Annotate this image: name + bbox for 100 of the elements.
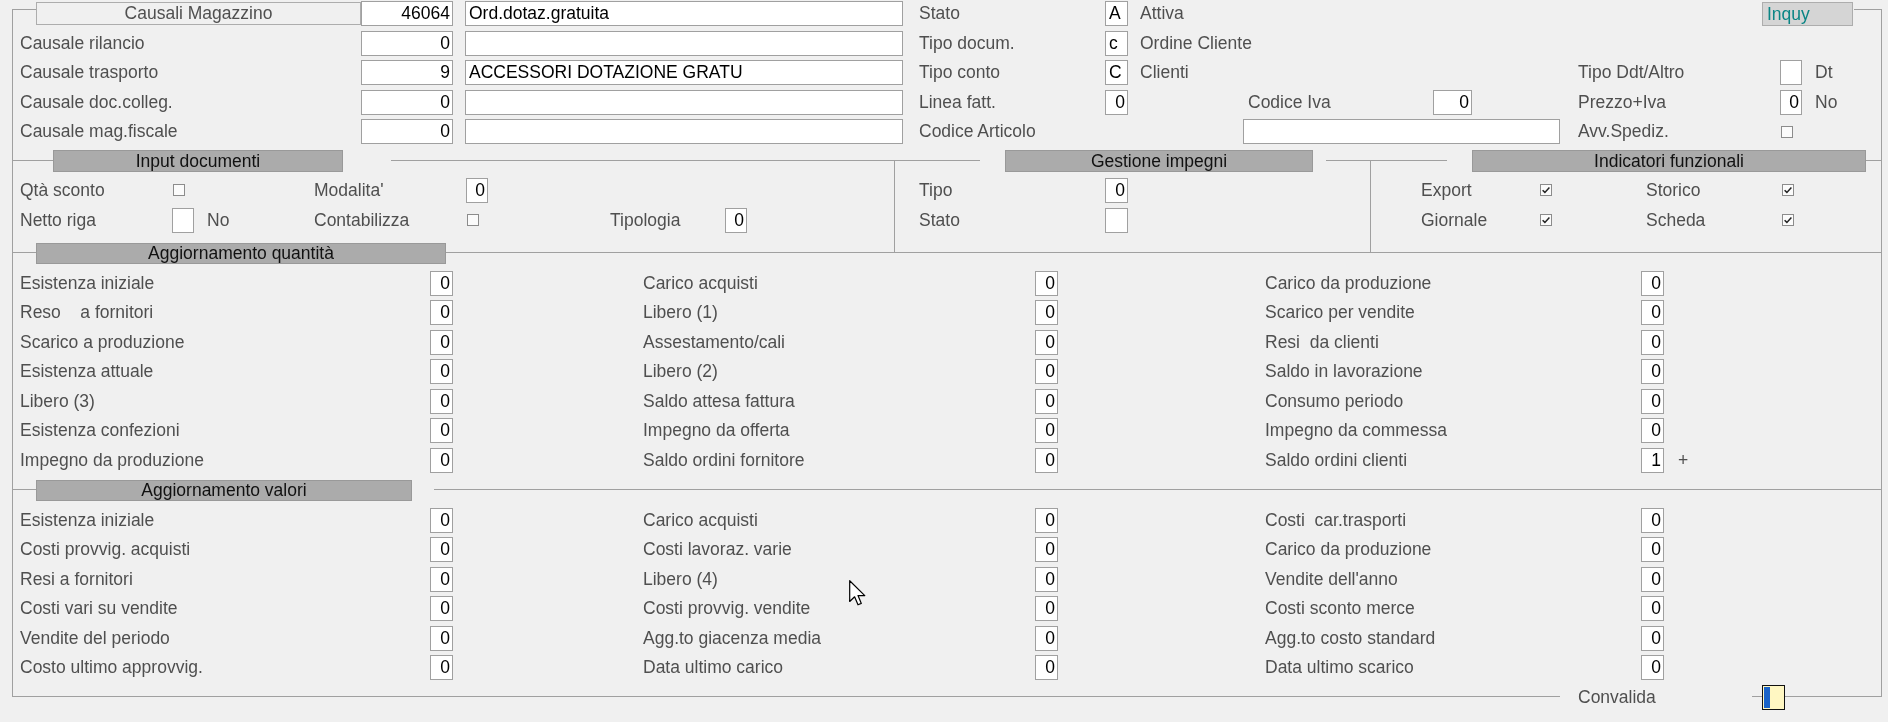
code-field[interactable]: 0: [361, 119, 453, 144]
field-label: Reso a fornitori: [20, 301, 155, 324]
value-field[interactable]: 0: [1641, 537, 1664, 562]
code-field[interactable]: [1105, 207, 1128, 233]
value-field[interactable]: 0: [430, 625, 453, 651]
description-field[interactable]: [465, 119, 903, 144]
value-field[interactable]: 0: [1035, 388, 1058, 414]
tile-icon[interactable]: [1762, 685, 1785, 710]
value-field[interactable]: 0: [430, 596, 453, 621]
input-field[interactable]: [1243, 119, 1560, 144]
checkbox[interactable]: [173, 184, 185, 196]
field-label: Causale mag.fiscale: [20, 120, 179, 143]
field-label: Esistenza iniziale: [20, 508, 156, 532]
description-field[interactable]: [465, 30, 903, 56]
value-field[interactable]: 0: [1641, 566, 1664, 592]
field-label: Resi a fornitori: [20, 567, 134, 591]
code-field[interactable]: c: [1105, 30, 1128, 56]
value-field[interactable]: 0: [1641, 596, 1664, 621]
field-label: Contabilizza: [314, 208, 411, 232]
value-field[interactable]: 1: [1641, 447, 1664, 473]
field-label: Netto riga: [20, 208, 97, 232]
value-field[interactable]: 0: [430, 655, 453, 680]
value-field[interactable]: 0: [430, 537, 453, 562]
value-field[interactable]: 0: [1035, 596, 1058, 621]
value-field[interactable]: 0: [1035, 655, 1058, 680]
description-field[interactable]: ACCESSORI DOTAZIONE GRATU: [465, 60, 903, 85]
value-field[interactable]: 0: [430, 566, 453, 592]
code-field[interactable]: 0: [1780, 89, 1802, 115]
value-field[interactable]: 0: [430, 300, 453, 325]
value-field[interactable]: 0: [1641, 655, 1664, 680]
code-field[interactable]: 0: [1105, 177, 1128, 203]
field-label: Costi provvig. vendite: [643, 597, 812, 620]
field-label: Esistenza iniziale: [20, 271, 156, 295]
checkbox[interactable]: [1782, 184, 1794, 196]
value-field[interactable]: 0: [1035, 537, 1058, 562]
description-text: Clienti: [1140, 61, 1190, 84]
description-field[interactable]: Ord.dotaz.gratuita: [465, 1, 903, 26]
field-label: Prezzo+Iva: [1578, 90, 1668, 114]
value-field[interactable]: 0: [1641, 359, 1664, 384]
code-field[interactable]: [1780, 60, 1802, 85]
code-field[interactable]: A: [1105, 1, 1128, 26]
code-field[interactable]: 0: [1105, 89, 1128, 115]
section-header: Indicatori funzionali: [1472, 150, 1866, 172]
value-field[interactable]: 0: [430, 329, 453, 355]
value-field[interactable]: 0: [1035, 566, 1058, 592]
field-label: Tipo: [919, 178, 954, 202]
field-label: Storico: [1646, 178, 1702, 202]
value-field[interactable]: 0: [430, 447, 453, 473]
field-label: Tipo docum.: [919, 31, 1016, 55]
value-field[interactable]: 0: [430, 388, 453, 414]
value-field[interactable]: 0: [1641, 329, 1664, 355]
header-button[interactable]: Causali Magazzino: [36, 2, 361, 25]
value-field[interactable]: 0: [1641, 507, 1664, 533]
field-label: Carico da produzione: [1265, 271, 1433, 295]
field-label: Scarico per vendite: [1265, 301, 1416, 324]
value-field[interactable]: 0: [430, 507, 453, 533]
value-field[interactable]: 0: [430, 270, 453, 296]
value-field[interactable]: 0: [1641, 418, 1664, 443]
field-label: Data ultimo scarico: [1265, 656, 1415, 679]
field-label: Codice Articolo: [919, 120, 1037, 143]
value-field[interactable]: 0: [1641, 270, 1664, 296]
field-label: Saldo ordini clienti: [1265, 448, 1409, 472]
code-field[interactable]: [172, 207, 194, 233]
field-label: Convalida: [1578, 686, 1657, 709]
code-field[interactable]: 0: [725, 207, 747, 233]
field-label: Saldo attesa fattura: [643, 389, 796, 413]
value-field[interactable]: 0: [1035, 418, 1058, 443]
field-label: Libero (2): [643, 360, 719, 383]
code-field[interactable]: 0: [1433, 89, 1472, 115]
code-field[interactable]: C: [1105, 60, 1128, 85]
field-label: Codice Iva: [1248, 90, 1332, 114]
value-field[interactable]: 0: [1035, 507, 1058, 533]
code-field[interactable]: 0: [466, 177, 488, 203]
value-field[interactable]: 0: [1035, 359, 1058, 384]
value-field[interactable]: 0: [430, 359, 453, 384]
code-field[interactable]: 9: [361, 60, 453, 85]
field-label: Tipo conto: [919, 61, 1002, 84]
checkbox[interactable]: [1782, 214, 1794, 226]
value-field[interactable]: 0: [1035, 447, 1058, 473]
checkbox[interactable]: [1781, 125, 1793, 138]
description-field[interactable]: [465, 89, 903, 115]
code-field[interactable]: 46064: [361, 1, 453, 26]
value-field[interactable]: 0: [1035, 270, 1058, 296]
value-field[interactable]: 0: [1641, 300, 1664, 325]
field-label: Carico da produzione: [1265, 538, 1433, 561]
value-field[interactable]: 0: [1035, 329, 1058, 355]
value-field[interactable]: 0: [1035, 625, 1058, 651]
section-header: Input documenti: [53, 150, 343, 172]
checkbox[interactable]: [467, 214, 479, 226]
field-label: Libero (1): [643, 301, 719, 324]
value-field[interactable]: 0: [1641, 625, 1664, 651]
value-field[interactable]: 0: [430, 418, 453, 443]
field-label: Qtà sconto: [20, 178, 106, 202]
value-field[interactable]: 0: [1035, 300, 1058, 325]
checkbox[interactable]: [1540, 184, 1552, 196]
value-field[interactable]: 0: [1641, 388, 1664, 414]
field-label: Vendite dell'anno: [1265, 567, 1399, 591]
code-field[interactable]: 0: [361, 89, 453, 115]
code-field[interactable]: 0: [361, 30, 453, 56]
checkbox[interactable]: [1540, 214, 1552, 226]
